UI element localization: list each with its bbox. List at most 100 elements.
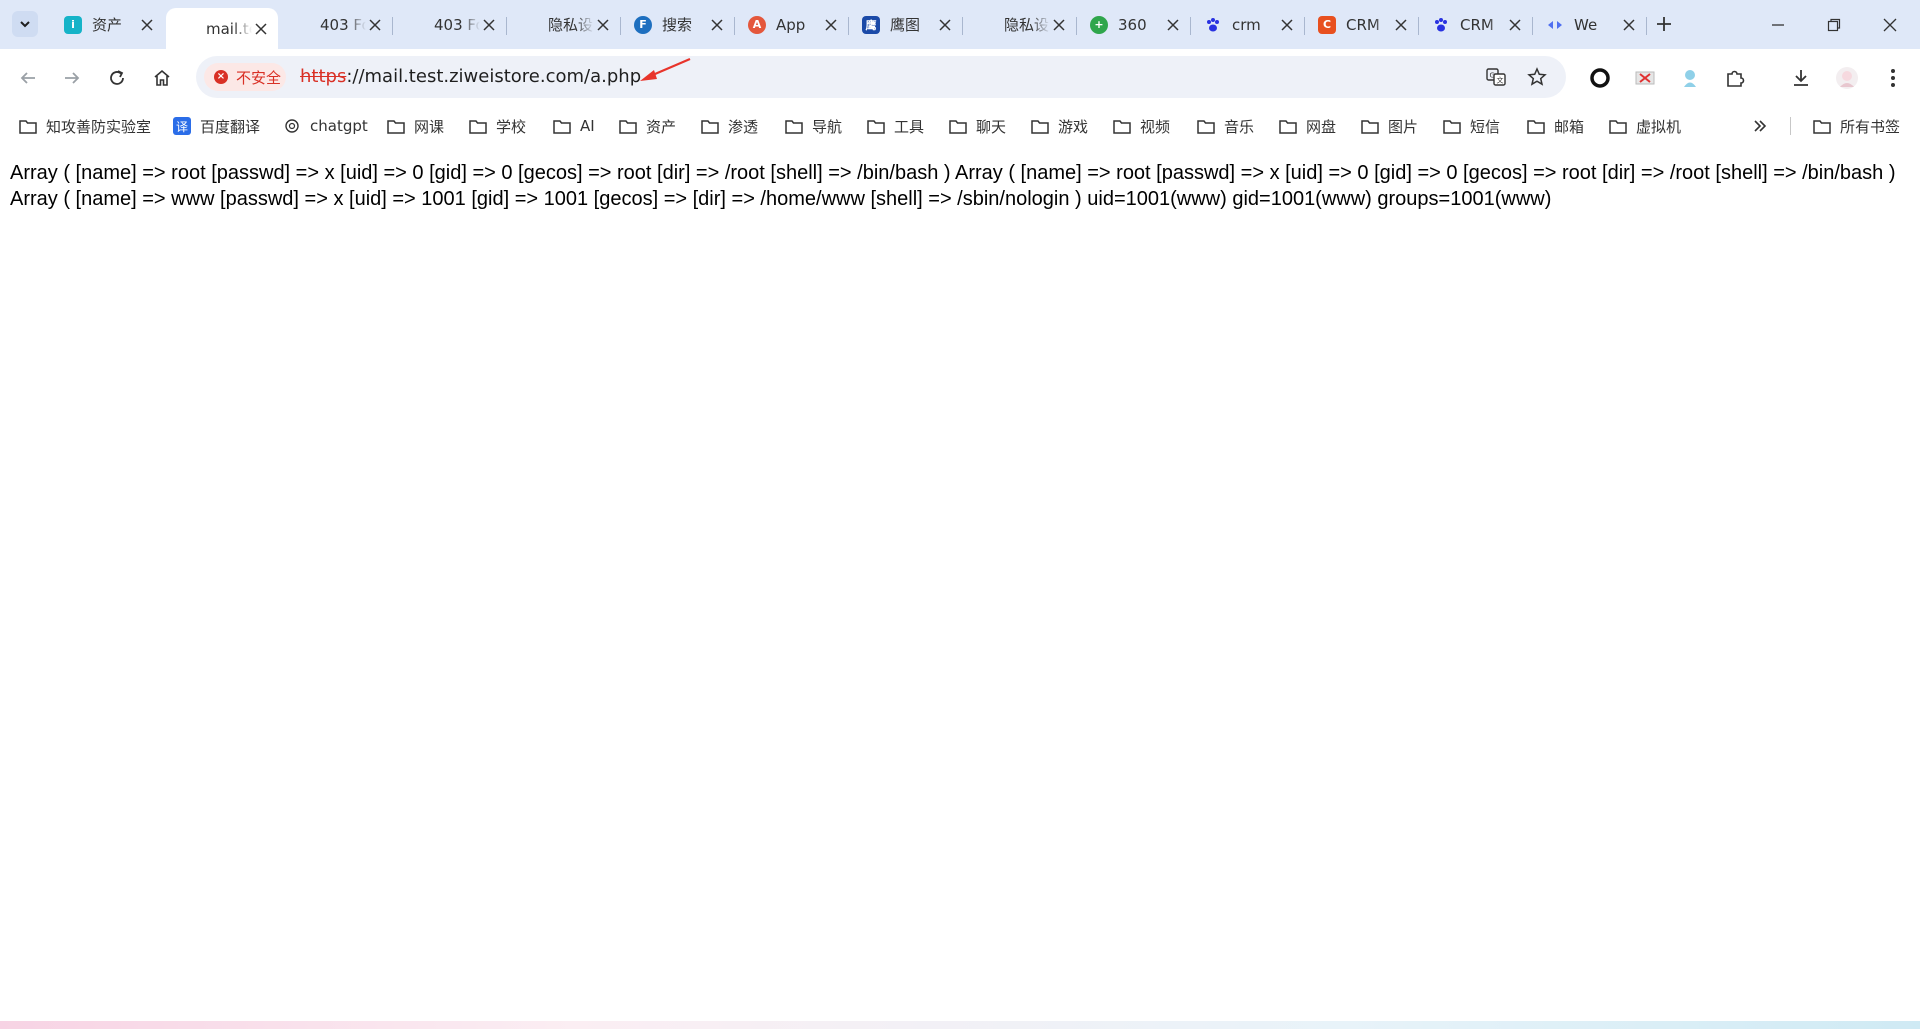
close-icon[interactable]: [1164, 16, 1182, 34]
bookmark-item[interactable]: AI: [552, 115, 595, 137]
all-bookmarks-button[interactable]: 所有书签: [1812, 115, 1900, 137]
bookmark-label: 百度翻译: [200, 117, 261, 136]
bookmark-item[interactable]: 学校: [468, 115, 526, 137]
bookmark-item[interactable]: 知攻善防实验室: [18, 115, 151, 137]
bookmark-label: chatgpt: [310, 117, 368, 135]
security-indicator[interactable]: × 不安全: [204, 63, 286, 91]
close-icon[interactable]: [1278, 16, 1296, 34]
bookmark-label: 资产: [646, 117, 677, 136]
address-bar[interactable]: × 不安全 https://mail.test.ziweistore.com/a…: [196, 56, 1566, 98]
close-icon[interactable]: [1506, 16, 1524, 34]
bookmarks-overflow-button[interactable]: [1752, 115, 1768, 137]
url-text[interactable]: https://mail.test.ziweistore.com/a.php: [300, 66, 641, 87]
tab-title: CRM: [1460, 15, 1494, 34]
tab-search-button[interactable]: [12, 11, 38, 37]
plus-icon: [1657, 17, 1671, 31]
close-icon[interactable]: [252, 20, 270, 38]
bookmark-item[interactable]: 视频: [1112, 115, 1170, 137]
close-icon[interactable]: [594, 16, 612, 34]
bookmark-item[interactable]: 虚拟机: [1608, 115, 1681, 137]
close-icon[interactable]: [480, 16, 498, 34]
bookmark-item[interactable]: 资产: [618, 115, 676, 137]
folder-icon: [700, 118, 720, 134]
downloads-button[interactable]: [1788, 65, 1814, 91]
insecure-warning-icon: ×: [214, 70, 228, 84]
back-button[interactable]: [14, 64, 42, 92]
bookmark-item[interactable]: chatgpt: [282, 115, 368, 137]
bookmark-label: 音乐: [1224, 117, 1255, 136]
bookmark-item[interactable]: 游戏: [1030, 115, 1088, 137]
folder-icon: [948, 118, 968, 134]
folder-icon: [552, 118, 572, 134]
tab-2[interactable]: 403 Forbidden: [280, 8, 393, 41]
tab-13[interactable]: We: [1534, 8, 1647, 41]
annotation-arrow-icon: [640, 57, 691, 81]
translate-page-button[interactable]: G文: [1484, 65, 1508, 89]
folder-icon: [1812, 118, 1832, 134]
tab-strip: i 资产 mail.test.ziweistore.com/a.php 403 For…: [0, 0, 1920, 49]
tab-7[interactable]: 鹰鹰图: [850, 8, 963, 41]
bookmark-item[interactable]: 渗透: [700, 115, 758, 137]
tab-8[interactable]: 隐私设置错误: [964, 8, 1077, 41]
home-button[interactable]: [148, 64, 176, 92]
tab-separator: [1304, 17, 1305, 35]
tab-0[interactable]: i 资产: [52, 8, 164, 41]
profile-button[interactable]: [1834, 65, 1860, 91]
browser-menu-button[interactable]: [1880, 65, 1906, 91]
tab-5[interactable]: F 搜索: [622, 8, 735, 41]
extension-red-x-button[interactable]: [1632, 65, 1658, 91]
bookmark-label: AI: [580, 117, 595, 135]
bookmark-item[interactable]: 短信: [1442, 115, 1500, 137]
double-chevron-right-icon: [1754, 120, 1767, 132]
close-icon[interactable]: [1392, 16, 1410, 34]
tab-6[interactable]: A App: [736, 8, 849, 41]
tab-1[interactable]: mail.test.ziweistore.com/a.php: [166, 8, 278, 49]
forward-button[interactable]: [58, 64, 86, 92]
close-icon[interactable]: [138, 16, 156, 34]
bookmark-item[interactable]: 图片: [1360, 115, 1418, 137]
folder-icon: [468, 118, 488, 134]
minimize-button[interactable]: [1750, 0, 1806, 49]
tab-12[interactable]: CRM: [1420, 8, 1533, 41]
bookmark-item[interactable]: 工具: [866, 115, 924, 137]
folder-icon: [784, 118, 804, 134]
restore-button[interactable]: [1806, 0, 1862, 49]
hawk-icon: 鹰: [862, 15, 880, 34]
folder-icon: [1608, 118, 1628, 134]
close-icon[interactable]: [366, 16, 384, 34]
svg-text:文: 文: [1497, 76, 1504, 85]
tab-4[interactable]: 隐私设置错误: [508, 8, 621, 41]
bookmark-item[interactable]: 聊天: [948, 115, 1006, 137]
reload-button[interactable]: [103, 64, 131, 92]
tab-9[interactable]: +360: [1078, 8, 1191, 41]
arrow-left-icon: [20, 72, 35, 84]
avatar-icon: [1836, 67, 1858, 89]
close-icon[interactable]: [1620, 16, 1638, 34]
extensions-menu-button[interactable]: [1722, 65, 1748, 91]
new-tab-button[interactable]: [1652, 12, 1676, 36]
close-icon[interactable]: [708, 16, 726, 34]
tab-separator: [1076, 17, 1077, 35]
bookmark-label: 渗透: [728, 117, 759, 136]
bookmark-item[interactable]: 网课: [386, 115, 444, 137]
extension-character-button[interactable]: [1677, 65, 1703, 91]
tab-3[interactable]: 403 Forbidden: [394, 8, 507, 41]
bookmark-item[interactable]: 音乐: [1196, 115, 1254, 137]
bookmark-label: 聊天: [976, 117, 1007, 136]
minimize-icon: [1772, 23, 1784, 26]
close-window-button[interactable]: [1862, 0, 1918, 49]
bookmark-star-button[interactable]: [1525, 65, 1549, 89]
bookmark-item[interactable]: 导航: [784, 115, 842, 137]
close-icon[interactable]: [1050, 16, 1068, 34]
close-icon[interactable]: [822, 16, 840, 34]
tab-separator: [506, 17, 507, 35]
tab-10[interactable]: crm: [1192, 8, 1305, 41]
bookmark-item[interactable]: 邮箱: [1526, 115, 1584, 137]
bookmark-item[interactable]: 译百度翻译: [172, 115, 260, 137]
close-icon[interactable]: [936, 16, 954, 34]
tab-11[interactable]: C CRM: [1306, 8, 1419, 41]
red-x-extension-icon: [1635, 71, 1655, 85]
bookmarks-divider: [1790, 117, 1791, 135]
extension-circle-button[interactable]: [1587, 65, 1613, 91]
bookmark-item[interactable]: 网盘: [1278, 115, 1336, 137]
